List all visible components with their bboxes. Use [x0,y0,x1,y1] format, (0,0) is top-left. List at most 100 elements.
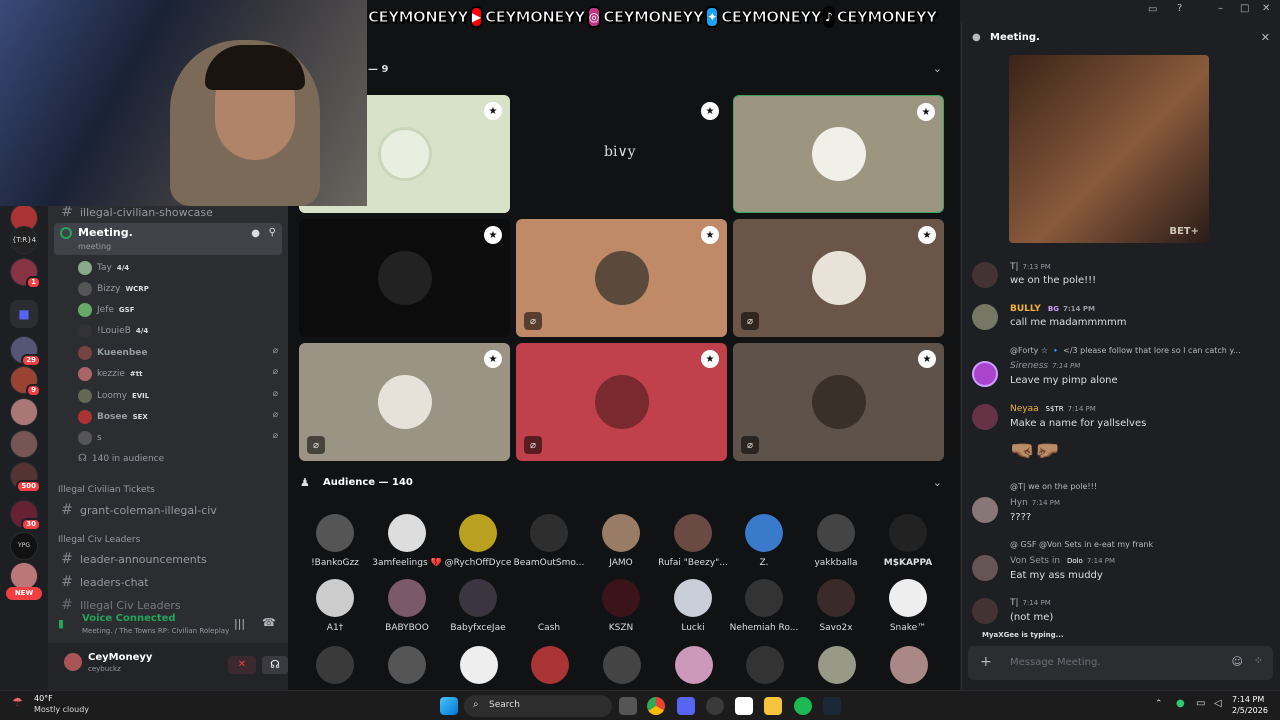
channel-illegal-civilian-showcase[interactable]: # illegal-civilian-showcase [60,204,213,220]
close-window-icon[interactable]: ✕ [1262,3,1270,14]
channel-leaders-chat[interactable]: # leaders-chat [60,574,149,590]
task-view-icon[interactable] [619,697,637,715]
avatar[interactable] [972,598,998,624]
volume-icon[interactable]: ◁ [1214,698,1222,709]
active-stage-channel[interactable]: Meeting. meeting ● ⚲ [54,223,282,255]
disconnect-icon[interactable]: ☎ [262,616,276,629]
audience-avatar[interactable] [746,646,784,684]
audience-member[interactable]: Nehemiah Ro... [728,579,800,633]
apps-icon[interactable]: ⁘ [1254,654,1263,667]
steam-icon[interactable] [823,697,841,715]
chevron-down-icon[interactable]: ⌄ [933,62,942,75]
reply-preview[interactable]: @ GSF @Von Sets in e-eat my frank [1010,540,1153,549]
audience-member[interactable]: yakkballa [800,514,872,568]
server-icon[interactable]: 1 [10,258,41,289]
voice-user[interactable]: s [78,431,102,445]
mic-muted-icon[interactable]: ✕ [228,656,256,674]
audience-avatar[interactable] [460,646,498,684]
audience-avatar[interactable] [818,646,856,684]
audience-member[interactable]: BabyfxceJae [442,579,514,633]
add-attachment-icon[interactable]: + [980,654,992,670]
audience-avatar[interactable] [388,646,426,684]
weather-temp[interactable]: 40°F [34,694,53,703]
emoji-icon[interactable]: ☺ [1232,655,1243,668]
audience-member[interactable]: Savo2x [800,579,872,633]
voice-user[interactable]: Tay 4/4 [78,261,129,275]
message-author[interactable]: BULLY BG 7:14 PM [1010,304,1095,314]
audience-member[interactable]: A1† [299,579,371,633]
audience-member[interactable]: Z. [728,514,800,568]
audience-avatar[interactable] [890,646,928,684]
avatar[interactable] [64,653,82,671]
server-icon[interactable]: {T:R}4 [10,226,38,254]
avatar[interactable] [972,497,998,523]
voice-user[interactable]: Bizzy WCRP [78,282,149,296]
discord-icon[interactable] [677,697,695,715]
message-author[interactable]: T| 7:14 PM [1010,598,1051,608]
speaker-tile[interactable]: ★ ⌀ [299,343,510,461]
server-icon[interactable]: 30 [10,500,41,531]
message-author[interactable]: Sireness 7:14 PM [1010,361,1080,371]
voice-user[interactable]: !LouieB 4/4 [78,324,148,338]
gif-image[interactable]: BET+ [1009,55,1209,243]
audience-member[interactable]: Rufai "Beezy"... [657,514,729,568]
audience-member[interactable]: BABYBOO [371,579,443,633]
voice-user[interactable]: Bosee SEX [78,410,148,424]
audience-member[interactable]: Snake™ [872,579,944,633]
message-author[interactable]: Neyaa S$TR 7:14 PM [1010,404,1096,414]
avatar[interactable] [972,361,998,387]
soundboard-icon[interactable]: ||| [234,617,245,630]
audience-member[interactable]: Cash [513,579,585,633]
audience-avatar[interactable] [603,646,641,684]
audience-avatar[interactable] [531,646,569,684]
category-header[interactable]: Illegal Civ Leaders [58,535,140,545]
folder-icon[interactable]: ■ [10,300,38,328]
server-icon[interactable] [10,430,38,458]
voice-user[interactable]: Jefe GSF [78,303,134,317]
close-icon[interactable]: ✕ [1261,31,1270,44]
audience-member[interactable]: BeamOutSmo... [513,514,585,568]
avatar[interactable] [972,555,998,581]
microphone-icon[interactable]: ● [1176,698,1185,709]
taskbar-search[interactable]: ⌕ Search [464,695,612,717]
network-icon[interactable]: ▭ [1196,698,1205,709]
audience-member[interactable]: Lucki [657,579,729,633]
speaker-tile[interactable]: ★ [733,95,944,213]
voice-user[interactable]: kezzie #tt [78,367,142,381]
channel-grant-coleman[interactable]: # grant-coleman-illegal-civ [60,502,217,518]
speaker-tile[interactable]: ★ [299,219,510,337]
audience-member[interactable]: M$KAPPA [872,514,944,568]
message-input[interactable]: + Message Meeting. ☺ ⁘ [968,646,1273,680]
file-explorer-icon[interactable] [764,697,782,715]
audience-avatar[interactable] [316,646,354,684]
weather-desc[interactable]: Mostly cloudy [34,705,89,714]
avatar[interactable] [972,304,998,330]
maximize-icon[interactable]: □ [1240,3,1249,14]
windows-start-icon[interactable] [440,697,458,715]
chevron-up-icon[interactable]: ⌃ [1155,699,1163,709]
speaker-tile[interactable]: ★ ⌀ [733,219,944,337]
channel-leader-announcements[interactable]: # leader-announcements [60,551,207,567]
add-user-icon[interactable]: ⚲ [269,227,276,238]
clock-time[interactable]: 7:14 PM [1232,695,1264,704]
server-icon[interactable]: 29 [10,336,41,367]
speaker-tile[interactable]: ★ ⌀ [516,343,727,461]
spotify-icon[interactable] [794,697,812,715]
chat-bubble-icon[interactable]: ● [251,228,260,239]
message-author[interactable]: Hyn 7:14 PM [1010,498,1060,508]
server-icon[interactable] [10,398,38,426]
headphones-icon[interactable]: ☊ [262,656,288,674]
help-icon[interactable]: ? [1177,3,1182,14]
audience-member[interactable]: @RychOffDyce [442,514,514,568]
chrome-icon[interactable] [647,697,665,715]
message-author[interactable]: Von Sets in Dolo 7:14 PM [1010,556,1115,566]
message-author[interactable]: T| 7:13 PM [1010,262,1051,272]
reply-preview[interactable]: @T| we on the pole!!! [1010,482,1097,491]
chevron-down-icon[interactable]: ⌄ [933,476,942,489]
voice-user[interactable]: Kueenbee [78,346,153,360]
speaker-tile[interactable]: bi∨y ★ [516,95,727,213]
inbox-icon[interactable]: ▭ [1148,4,1157,15]
server-icon[interactable]: YPG [10,532,38,560]
audience-member[interactable]: JAMO [585,514,657,568]
speaker-tile[interactable]: ★ ⌀ [516,219,727,337]
